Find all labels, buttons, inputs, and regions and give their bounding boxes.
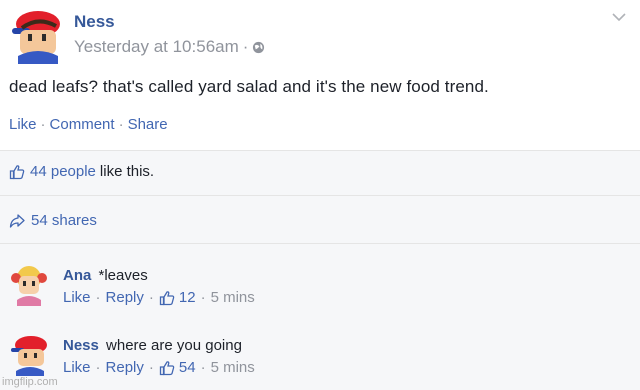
post-author-name[interactable]: Ness [74,12,115,32]
action-separator: · [200,359,206,376]
comment-time[interactable]: 5 mins [211,359,255,376]
divider [0,243,640,244]
post-body: dead leafs? that's called yard salad and… [9,77,489,96]
comment-item: Ness where are you going Like · Reply · … [0,326,640,386]
globe-icon [253,41,265,53]
action-separator: · [148,359,154,376]
action-separator: · [200,289,206,306]
post-header: Ness Yesterday at 10:56am · [0,0,640,70]
commenter-avatar[interactable] [8,264,50,306]
timestamp-text[interactable]: Yesterday at 10:56am [74,37,239,57]
comment-likes[interactable]: 12 [159,289,196,306]
shares-summary[interactable]: 54 shares [9,212,97,229]
comment-likes[interactable]: 54 [159,359,196,376]
chevron-down-icon[interactable] [612,12,626,22]
commenter-name[interactable]: Ana [63,267,91,284]
share-link[interactable]: Share [128,116,168,133]
comment-reply-link[interactable]: Reply [106,359,144,376]
comment-reply-link[interactable]: Reply [106,289,144,306]
comment-time[interactable]: 5 mins [211,289,255,306]
divider [0,195,640,196]
action-separator: · [40,116,46,133]
comment-line: Ana *leaves [63,267,148,284]
comment-text: where are you going [106,337,242,354]
commenter-name[interactable]: Ness [63,337,99,354]
post-timestamp: Yesterday at 10:56am · [74,37,265,57]
thumbs-up-icon [159,360,175,375]
action-separator: · [118,116,124,133]
like-link[interactable]: Like [9,116,37,133]
thumbs-up-icon [159,290,175,305]
comment-like-count: 12 [178,289,196,306]
share-arrow-icon [9,213,25,228]
watermark: imgflip.com [2,376,58,388]
comment-link[interactable]: Comment [50,116,115,133]
action-separator: · [95,289,101,306]
comment-line: Ness where are you going [63,337,242,354]
comment-actions: Like · Reply · 54 · 5 mins [63,359,255,376]
post-actions: Like · Comment · Share [9,116,168,133]
comment-text: *leaves [98,267,148,284]
likes-suffix: like this. [99,163,155,180]
comment-item: Ana *leaves Like · Reply · 12 · 5 mins [0,256,640,316]
thumbs-up-icon [9,164,25,179]
action-separator: · [95,359,101,376]
shares-count[interactable]: 54 shares [31,212,97,229]
comment-actions: Like · Reply · 12 · 5 mins [63,289,255,306]
timestamp-separator: · [242,37,249,56]
comment-like-count: 54 [178,359,196,376]
comment-like-link[interactable]: Like [63,359,91,376]
action-separator: · [148,289,154,306]
author-avatar[interactable] [8,8,64,64]
likes-count-link[interactable]: 44 people [30,163,96,180]
comment-like-link[interactable]: Like [63,289,91,306]
likes-summary: 44 people like this. [9,163,154,180]
commenter-avatar[interactable] [8,334,50,376]
